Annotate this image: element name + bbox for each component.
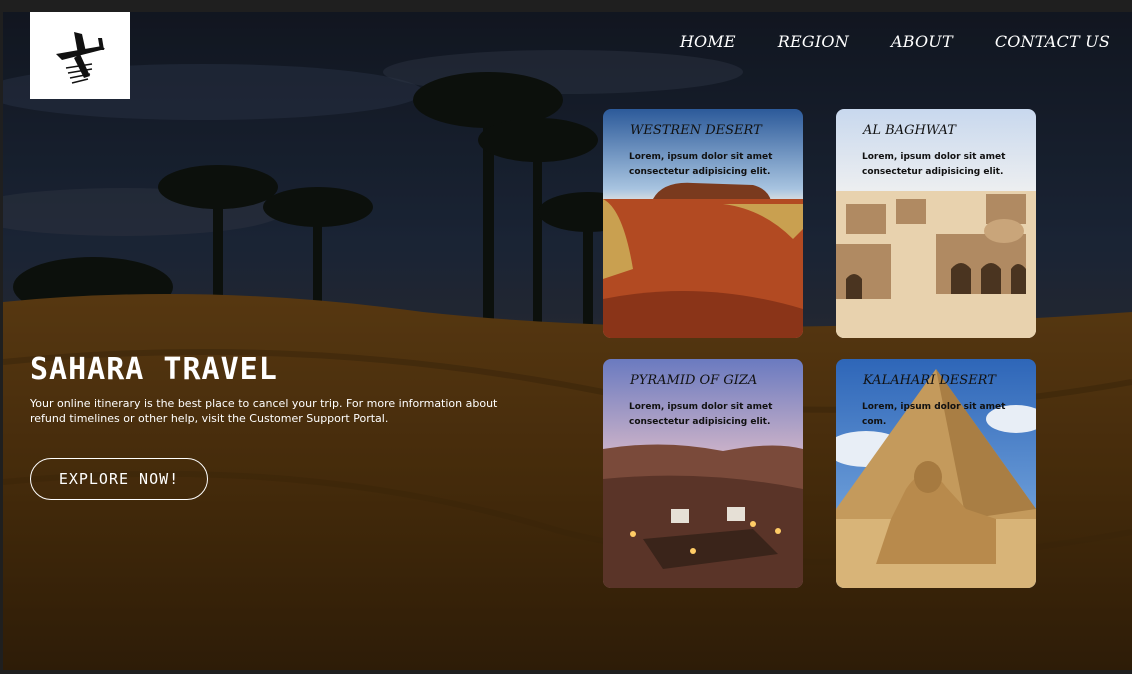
kalahari-desert-image [836, 359, 1036, 588]
pyramid-of-giza-image [603, 359, 803, 588]
card-title: PYRAMID OF GIZA [630, 373, 758, 388]
card-title: AL BAGHWAT [863, 123, 956, 138]
destination-card-pyramid-of-giza[interactable]: PYRAMID OF GIZA Lorem, ipsum dolor sit a… [603, 359, 803, 588]
nav-about[interactable]: ABOUT [891, 32, 953, 51]
main-nav: HOME REGION ABOUT CONTACT US [680, 32, 1110, 51]
card-text: Lorem, ipsum dolor sit amet com. [862, 402, 1006, 427]
hero-description: Your online itinerary is the best place … [30, 397, 498, 425]
destination-card-western-desert[interactable]: WESTREN DESERT Lorem, ipsum dolor sit am… [603, 109, 803, 338]
explore-now-button[interactable]: EXPLORE NOW! [30, 458, 208, 500]
destination-card-al-baghwat[interactable]: AL BAGHWAT Lorem, ipsum dolor sit amet c… [836, 109, 1036, 338]
logo[interactable] [30, 12, 130, 99]
western-desert-image [603, 109, 803, 338]
destination-card-kalahari-desert[interactable]: KALAHARI DESERT Lorem, ipsum dolor sit a… [836, 359, 1036, 588]
card-text: Lorem, ipsum dolor sit amet consectetur … [629, 402, 773, 427]
al-baghwat-image [836, 109, 1036, 338]
nav-region[interactable]: REGION [778, 32, 849, 51]
nav-contact-us[interactable]: CONTACT US [995, 32, 1110, 51]
airplane-logo-icon [56, 31, 105, 84]
card-title: KALAHARI DESERT [863, 373, 996, 388]
card-title: WESTREN DESERT [630, 123, 762, 138]
nav-home[interactable]: HOME [680, 32, 736, 51]
page-frame: HOME REGION ABOUT CONTACT US SAHARA TRAV… [3, 12, 1132, 670]
card-text: Lorem, ipsum dolor sit amet consectetur … [862, 152, 1006, 177]
card-text: Lorem, ipsum dolor sit amet consectetur … [629, 152, 773, 177]
hero-title: SAHARA TRAVEL [30, 352, 278, 387]
